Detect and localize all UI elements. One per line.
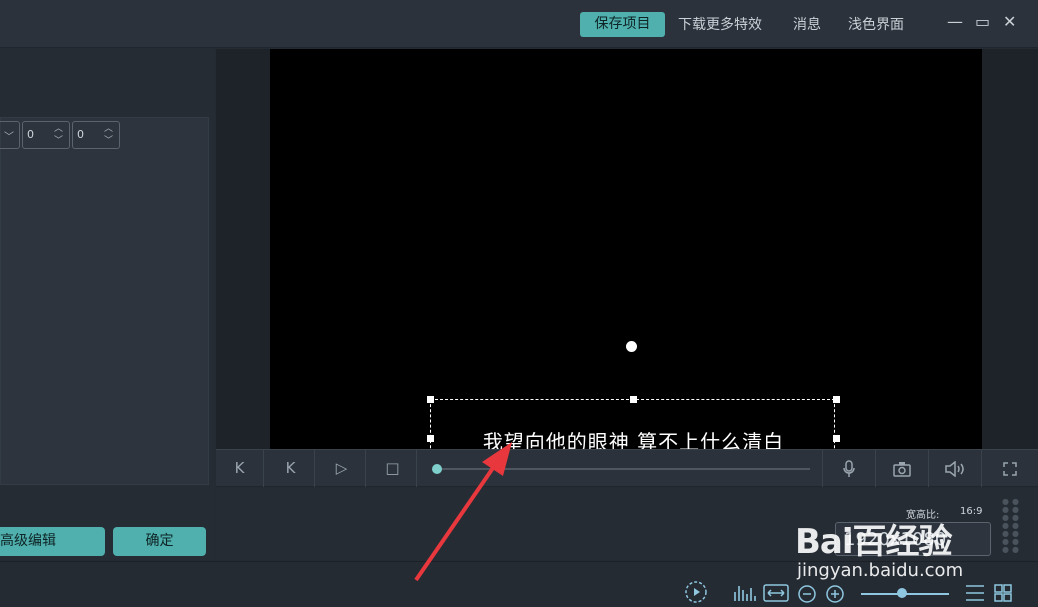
next-frame-icon[interactable]: K — [267, 450, 315, 487]
zoom-out-icon[interactable] — [797, 584, 817, 607]
up-down-chevron-icon[interactable]: ︿ ﹀ — [104, 123, 113, 147]
stepper-partial[interactable]: ﹀ — [0, 121, 20, 149]
audio-mixer-icon[interactable] — [733, 584, 757, 607]
top-bar: 保存项目 下载更多特效 消息 浅色界面 — ▭ ✕ — [0, 0, 1038, 48]
value-stepper-1[interactable]: 0 ︿ ﹀ — [22, 121, 70, 149]
list-view-icon[interactable] — [965, 584, 985, 607]
player-control-bar: K K ▷ □ — [216, 449, 1038, 487]
zoom-slider-handle[interactable] — [897, 588, 907, 598]
save-project-button[interactable]: 保存项目 — [580, 12, 665, 37]
up-down-chevron-icon[interactable]: ︿ ﹀ — [54, 123, 63, 147]
watermark-brand: Bai百经验 — [795, 522, 953, 562]
resize-handle-top-right[interactable] — [833, 396, 840, 403]
value-stepper-2[interactable]: 0 ︿ ﹀ — [72, 121, 120, 149]
advanced-edit-button[interactable]: 高级编辑 — [0, 527, 105, 556]
microphone-icon[interactable] — [822, 450, 874, 487]
camera-icon[interactable] — [875, 450, 927, 487]
grid-view-icon[interactable] — [994, 584, 1012, 607]
fit-width-icon[interactable] — [763, 584, 789, 607]
red-annotation-arrow — [414, 442, 512, 582]
preview-canvas[interactable]: 我望向他的眼神 算不上什么清白 — [270, 49, 982, 449]
resize-handle-top[interactable] — [630, 396, 637, 403]
rotate-handle[interactable] — [626, 341, 637, 352]
download-effects-link[interactable]: 下载更多特效 — [678, 14, 762, 34]
resize-handle-right[interactable] — [833, 435, 840, 442]
volume-icon[interactable] — [928, 450, 980, 487]
baidu-watermark: Bai百经验 jingyan.baidu.com — [795, 494, 995, 584]
confirm-button[interactable]: 确定 — [113, 527, 206, 556]
close-icon[interactable]: ✕ — [1003, 12, 1016, 31]
restore-icon[interactable]: ▭ — [975, 12, 990, 31]
watermark-site: jingyan.baidu.com — [797, 560, 964, 581]
light-theme-link[interactable]: 浅色界面 — [848, 14, 904, 34]
chevron-down-icon: ﹀ — [4, 132, 14, 143]
grip-dots-icon: ●● ●● ●● ●● ●● ●● ●● — [1002, 497, 1022, 554]
resize-handle-top-left[interactable] — [427, 396, 434, 403]
settings-area — [0, 117, 209, 485]
messages-link[interactable]: 消息 — [793, 14, 821, 34]
skip-to-start-icon[interactable]: K — [216, 450, 264, 487]
video-editor-window: 保存项目 下载更多特效 消息 浅色界面 — ▭ ✕ ﹀ 0 ︿ ﹀ 0 ︿ ﹀ 高级… — [0, 0, 1038, 607]
timeline-play-icon[interactable] — [684, 580, 708, 607]
stepper-value: 0 — [77, 128, 84, 141]
fullscreen-icon[interactable] — [981, 450, 1038, 487]
play-icon[interactable]: ▷ — [318, 450, 366, 487]
stepper-value: 0 — [27, 128, 34, 141]
minimize-icon[interactable]: — — [947, 12, 963, 31]
zoom-in-icon[interactable] — [825, 584, 845, 607]
